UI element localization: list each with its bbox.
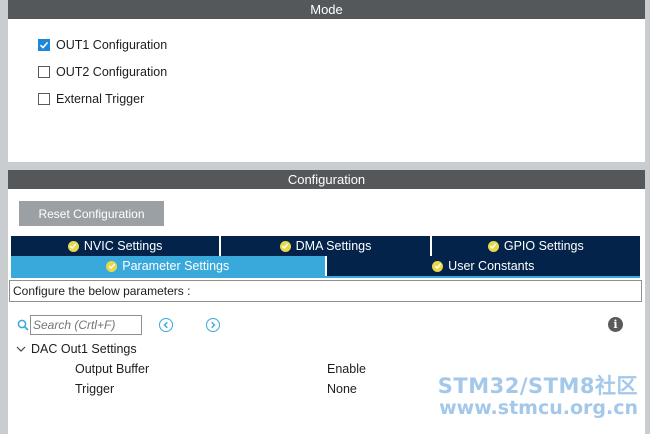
- reset-configuration-button[interactable]: Reset Configuration: [19, 201, 164, 226]
- parameter-description: Configure the below parameters :: [9, 280, 642, 302]
- parameter-name: Output Buffer: [75, 362, 150, 376]
- mode-panel: Mode OUT1 Configuration OUT2 Configurati…: [8, 0, 645, 162]
- tab-nvic-settings[interactable]: NVIC Settings: [11, 236, 220, 256]
- chevron-right-icon: [211, 321, 216, 329]
- watermark: STM32/STM8社区 www.stmcu.org.cn: [438, 374, 638, 420]
- check-circle-icon: [67, 240, 79, 252]
- checkbox-unchecked-icon[interactable]: [38, 92, 50, 105]
- tab-label: GPIO Settings: [503, 239, 584, 253]
- group-label: DAC Out1 Settings: [31, 342, 137, 356]
- tabs-row-1: NVIC Settings DMA Settings GPIO Settings: [11, 236, 640, 256]
- search-next-button[interactable]: [206, 318, 220, 332]
- mode-header: Mode: [8, 0, 645, 19]
- watermark-line2: www.stmcu.org.cn: [439, 397, 638, 420]
- chevron-left-icon: [163, 321, 168, 329]
- chevron-down-icon[interactable]: [16, 344, 26, 354]
- tab-dma-settings[interactable]: DMA Settings: [221, 236, 430, 256]
- tabs-row-2: Parameter Settings User Constants: [11, 256, 640, 276]
- tab-label: User Constants: [448, 259, 535, 273]
- check-circle-icon: [279, 240, 291, 252]
- checkbox-unchecked-icon[interactable]: [38, 65, 50, 78]
- external-trigger-label: External Trigger: [56, 91, 145, 106]
- tab-gpio-settings[interactable]: GPIO Settings: [431, 236, 640, 256]
- search-input[interactable]: [30, 315, 142, 335]
- check-circle-icon: [432, 260, 444, 272]
- check-circle-icon: [487, 240, 499, 252]
- checkbox-checked-icon[interactable]: [38, 38, 50, 51]
- mode-options: OUT1 Configuration OUT2 Configuration Ex…: [8, 19, 645, 112]
- external-trigger-option[interactable]: External Trigger: [38, 85, 645, 112]
- tab-label: Parameter Settings: [122, 259, 230, 273]
- out2-configuration-label: OUT2 Configuration: [56, 64, 168, 79]
- out1-configuration-label: OUT1 Configuration: [56, 37, 168, 52]
- out1-configuration-option[interactable]: OUT1 Configuration: [38, 31, 645, 58]
- info-icon[interactable]: i: [608, 317, 623, 332]
- tab-user-constants[interactable]: User Constants: [326, 256, 640, 276]
- tab-label: NVIC Settings: [83, 239, 163, 253]
- search-previous-button[interactable]: [159, 318, 173, 332]
- tab-underline: [11, 276, 640, 278]
- out2-configuration-option[interactable]: OUT2 Configuration: [38, 58, 645, 85]
- parameter-value[interactable]: None: [327, 382, 357, 396]
- watermark-line1: STM32/STM8社区: [437, 374, 638, 398]
- check-circle-icon: [106, 260, 118, 272]
- configuration-header: Configuration: [8, 170, 645, 189]
- parameter-value[interactable]: Enable: [327, 362, 366, 376]
- search-bar: [17, 315, 142, 335]
- tab-label: DMA Settings: [295, 239, 372, 253]
- search-icon: [17, 319, 29, 331]
- dac-out1-settings-group[interactable]: DAC Out1 Settings: [16, 342, 137, 356]
- tab-parameter-settings[interactable]: Parameter Settings: [11, 256, 325, 276]
- parameter-name: Trigger: [75, 382, 115, 396]
